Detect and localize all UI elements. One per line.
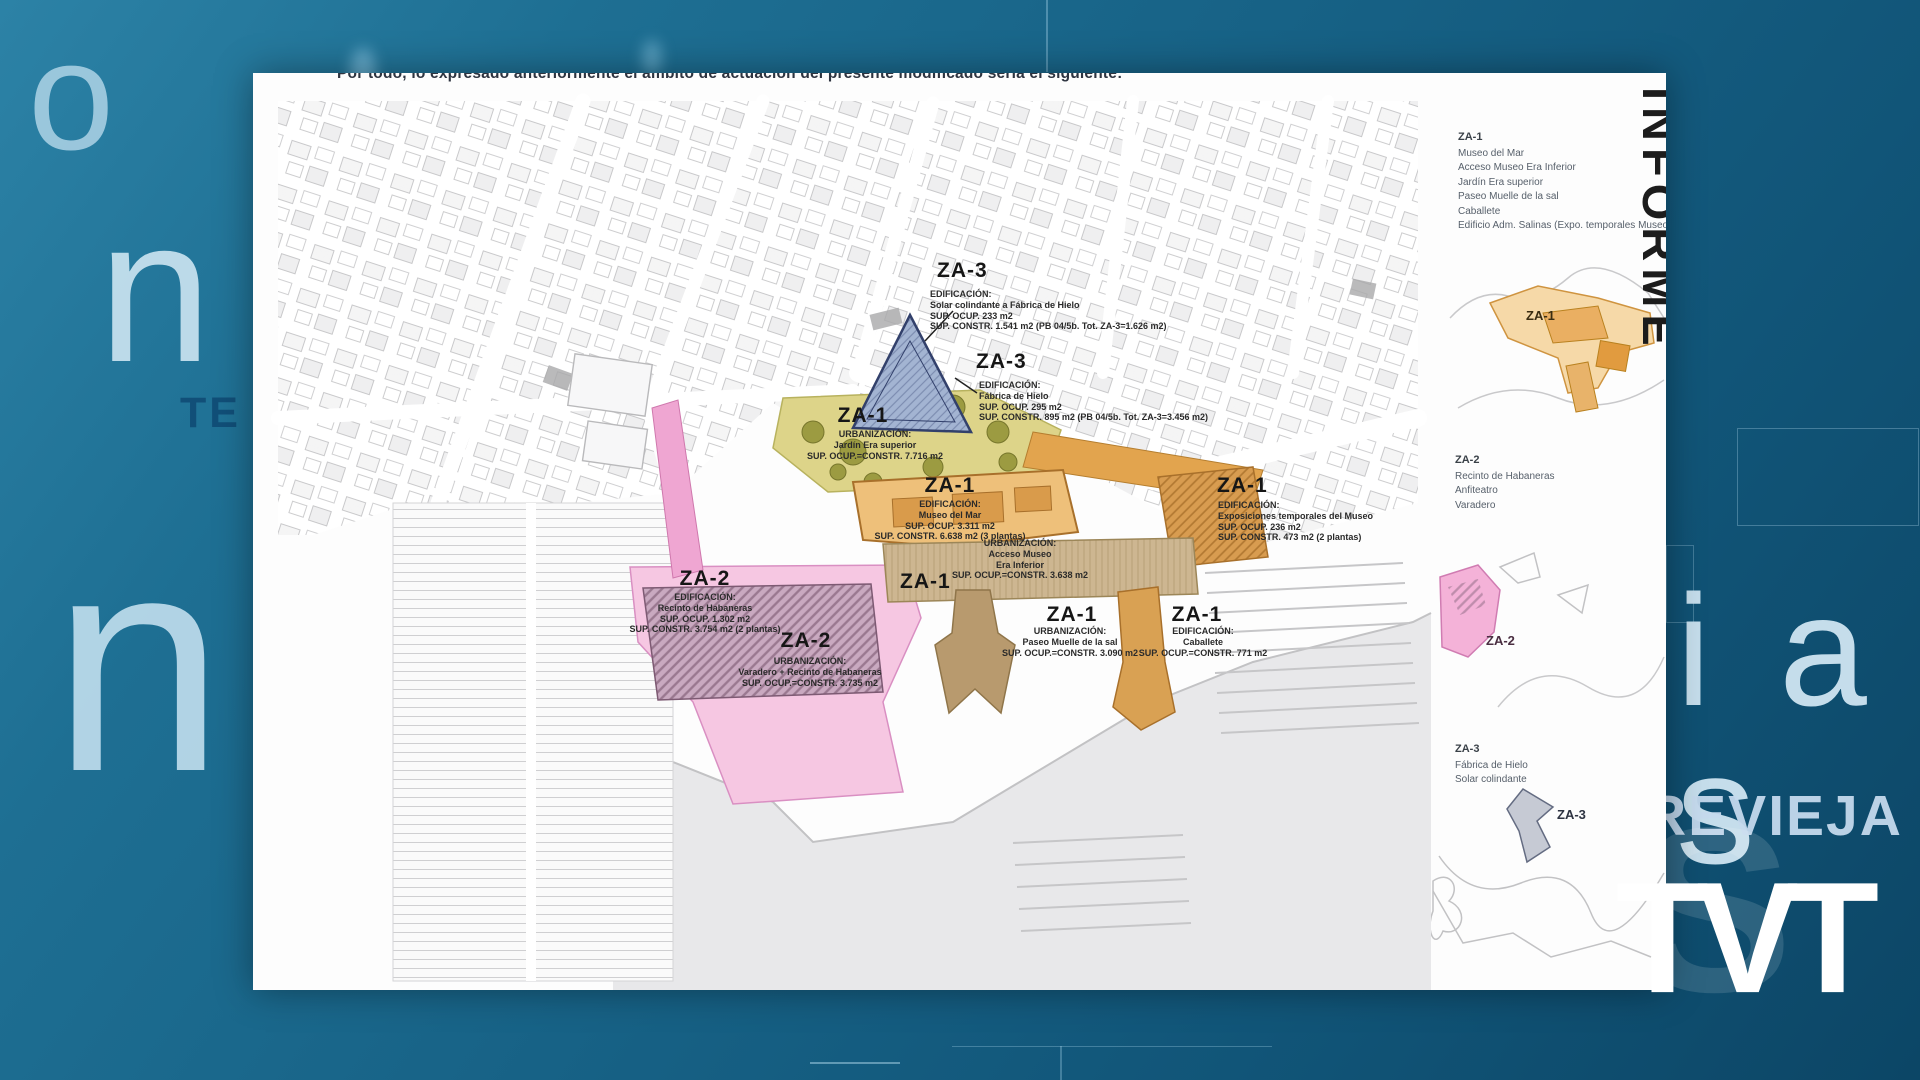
document: Por todo, lo expresado anteriormente el … — [253, 73, 1666, 990]
legend-za-3: ZA-3Fábrica de HieloSolar colindante — [1455, 742, 1528, 788]
glow-dot — [642, 40, 662, 76]
zone-label-za2-recinto: ZA-2 — [680, 567, 731, 591]
zone-label-za1-caballete: ZA-1 — [1172, 603, 1223, 627]
bg-letter-n-lower: n — [52, 508, 224, 818]
zone-details-za1-expo: EDIFICACIÓN:Exposiciones temporales del … — [1218, 500, 1373, 543]
informe-heading: INFORME — [1632, 87, 1666, 353]
minimap-za2: ZA-2 — [1438, 535, 1666, 727]
zone-details-za1-museo: EDIFICACIÓN:Museo del MarSUP. OCUP. 3.31… — [875, 499, 1026, 542]
zone-details-za1-caballete: EDIFICACIÓN:CaballeteSUP. OCUP.=CONSTR. … — [1139, 626, 1267, 658]
zone-label-za1-expo: ZA-1 — [1217, 474, 1268, 498]
zone-details-za1-paseo: URBANIZACIÓN:Paseo Muelle de la salSUP. … — [1002, 626, 1138, 658]
zone-details-za3-solar: EDIFICACIÓN:Solar colindante a Fábrica d… — [930, 289, 1167, 332]
legend-za-2: ZA-2Recinto de HabanerasAnfiteatroVarade… — [1455, 453, 1555, 513]
deco-line — [1060, 1046, 1062, 1080]
tvt-logo: TVT — [1616, 859, 1867, 1017]
zone-label-za2-varadero: ZA-2 — [781, 629, 832, 653]
deco-line — [810, 1062, 900, 1064]
deco-line — [952, 1046, 1272, 1047]
zone-details-za2-varadero: URBANIZACIÓN:Varadero + Recinto de Haban… — [738, 656, 881, 688]
zone-label-za3-fabrica: ZA-3 — [976, 350, 1027, 374]
bg-fragment-te: TE — [180, 392, 241, 435]
bg-letter-n-upper: n — [98, 188, 212, 393]
deco-rect — [1666, 545, 1694, 623]
deco-rect — [1737, 428, 1919, 526]
svg-text:ZA-1: ZA-1 — [1526, 308, 1555, 323]
zone-label-za1-acceso: ZA-1 — [900, 570, 951, 594]
zone-details-za3-fabrica: EDIFICACIÓN:Fábrica de HieloSUP. OCUP. 2… — [979, 380, 1208, 423]
zone-details-za1-jardin: URBANIZACIÓN:Jardín Era superiorSUP. OCU… — [807, 429, 943, 461]
deco-line — [1046, 0, 1048, 72]
zone-details-za1-acceso: URBANIZACIÓN:Acceso MuseoEra InferiorSUP… — [952, 538, 1088, 581]
svg-text:ZA-2: ZA-2 — [1486, 633, 1515, 648]
zone-label-za3-solar: ZA-3 — [937, 259, 988, 283]
zone-details-za2-recinto: EDIFICACIÓN:Recinto de HabanerasSUP. OCU… — [630, 592, 781, 635]
zone-label-za1-jardin: ZA-1 — [838, 404, 889, 428]
zone-label-za1-paseo: ZA-1 — [1047, 603, 1098, 627]
broadcast-frame: o n TE n i a s REVIEJA S Por todo, lo ex… — [0, 0, 1920, 1080]
zone-label-za1-museo: ZA-1 — [925, 474, 976, 498]
bg-letter-o: o — [28, 18, 114, 173]
svg-text:ZA-3: ZA-3 — [1557, 807, 1586, 822]
